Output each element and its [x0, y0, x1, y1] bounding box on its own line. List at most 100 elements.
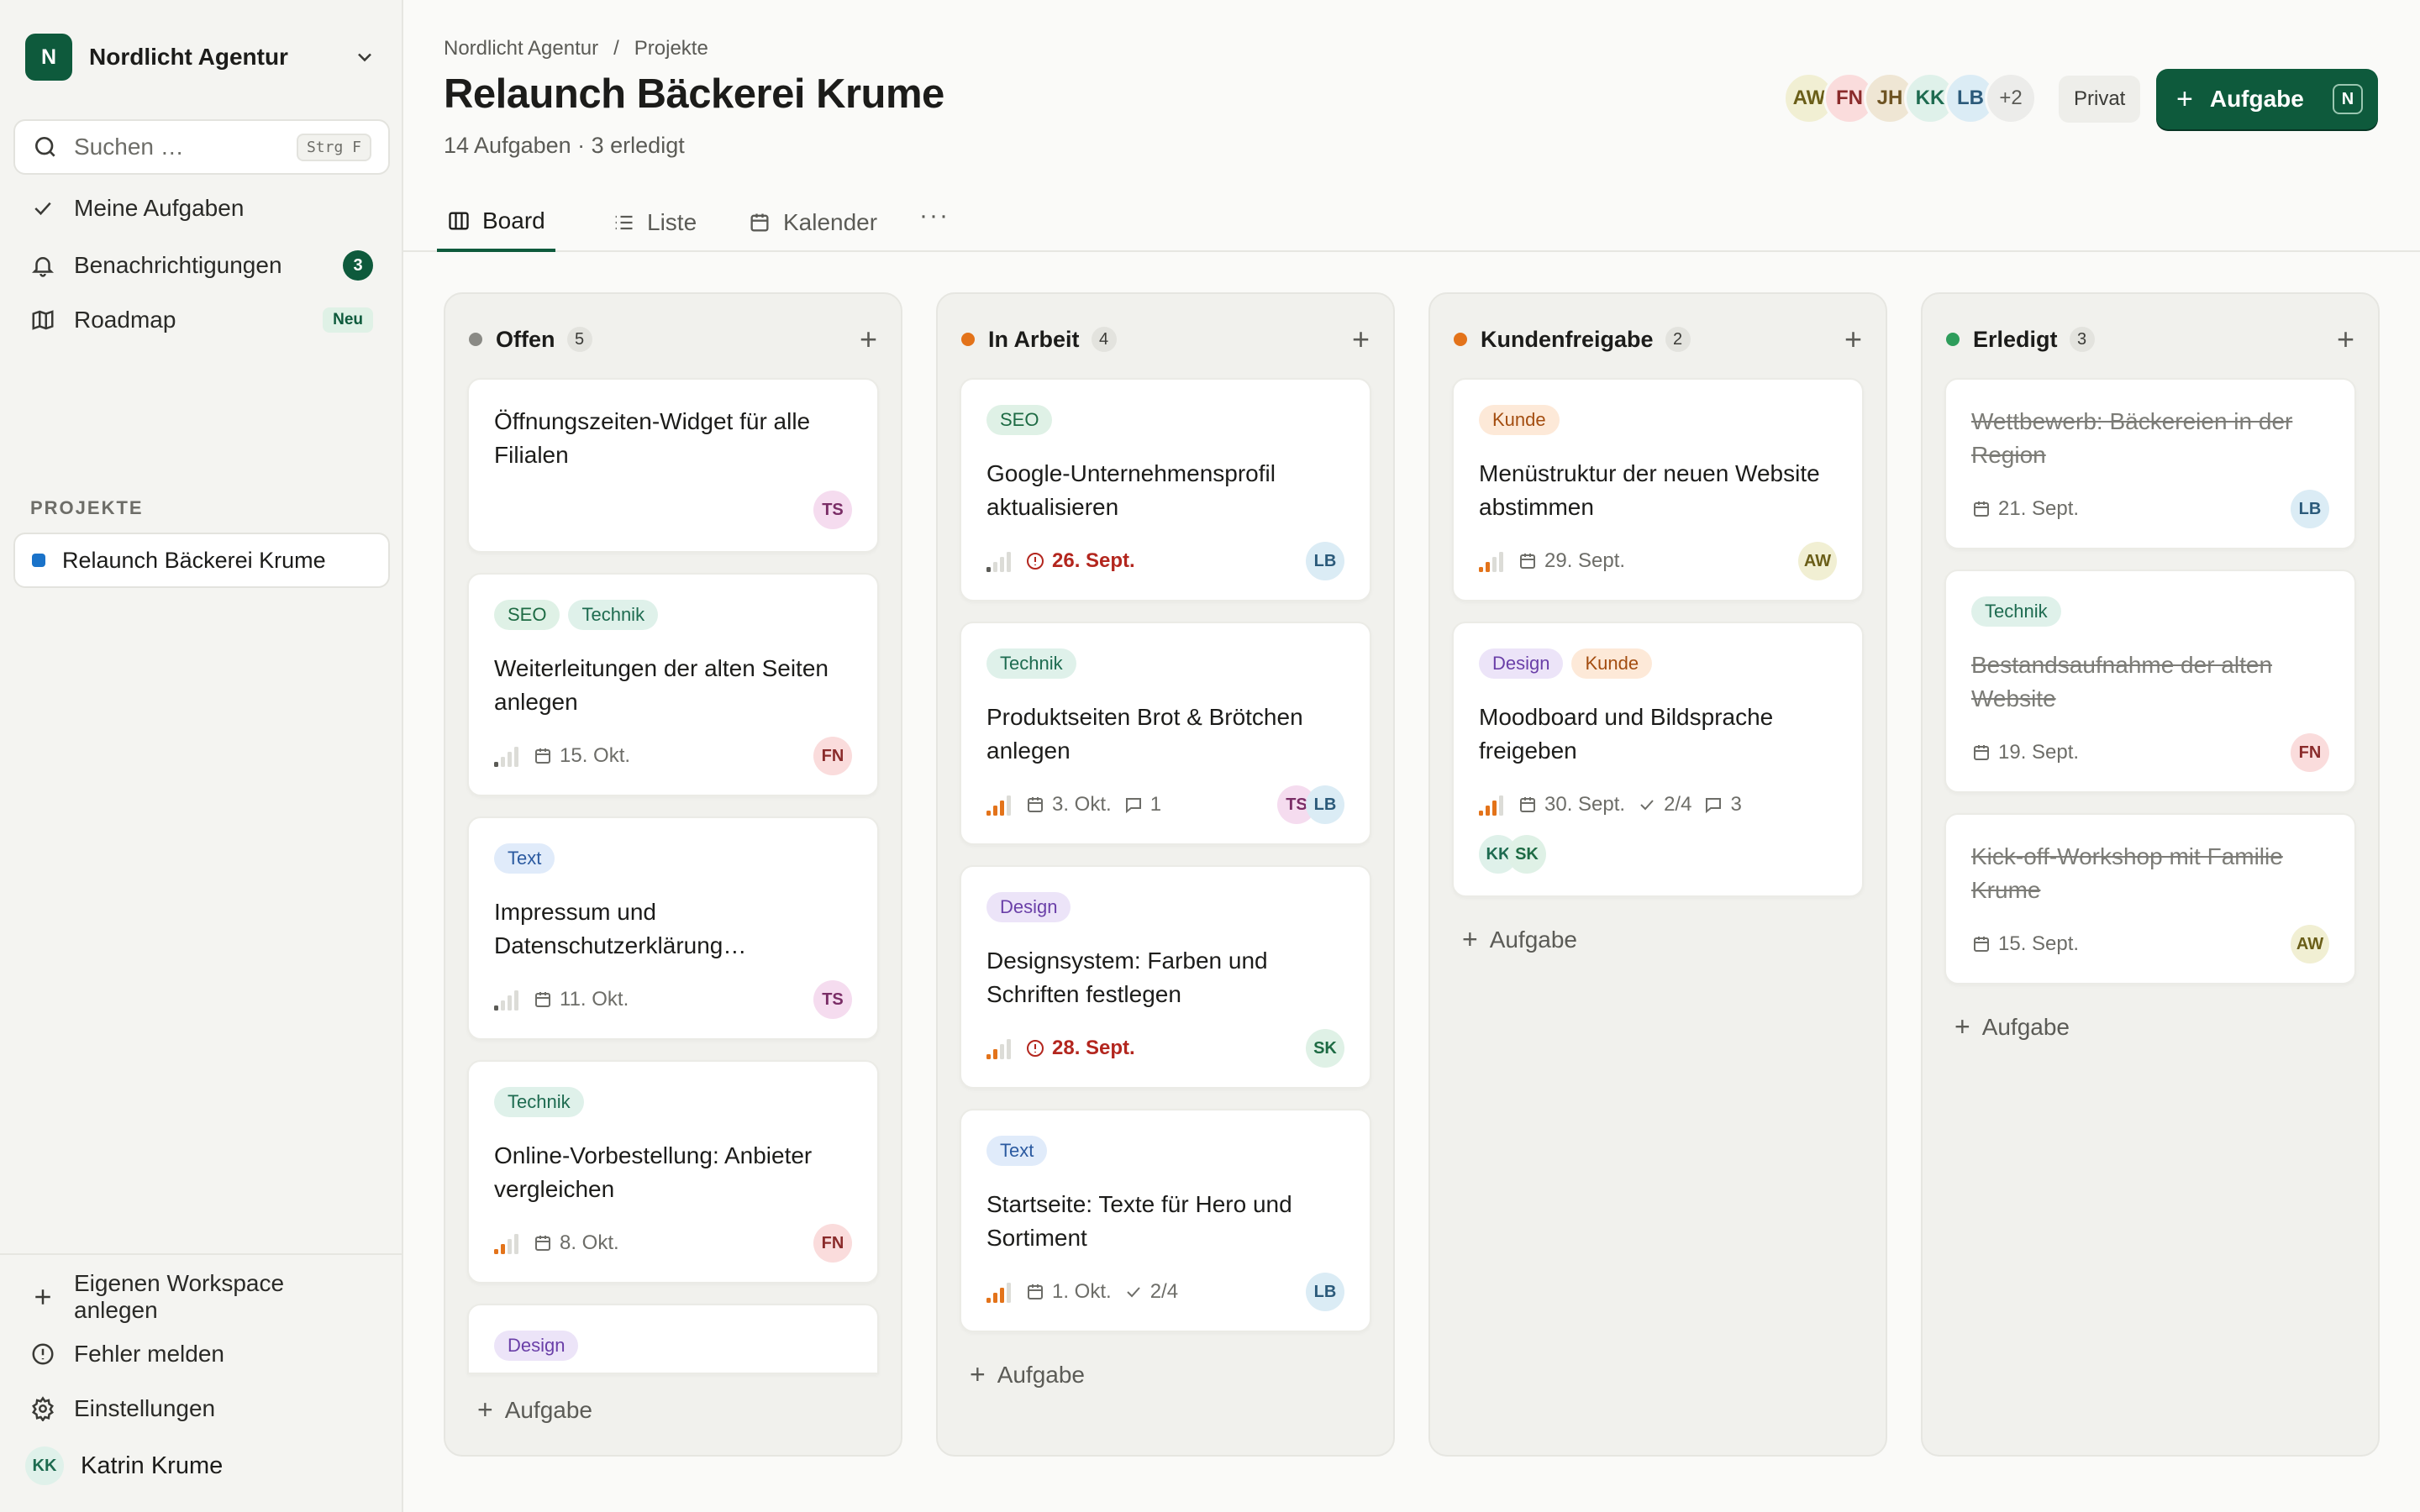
column-add-icon[interactable]: + [2337, 324, 2354, 354]
project-color-square [32, 554, 45, 567]
task-card[interactable]: Design Kunde Moodboard und Bildsprache fre… [1452, 622, 1864, 897]
nav-my-tasks[interactable]: Meine Aufgaben [13, 185, 390, 232]
breadcrumb-workspace[interactable]: Nordlicht Agentur [444, 37, 598, 60]
task-meta: 1. Okt. 2/4 [986, 1275, 1178, 1309]
create-workspace-link[interactable]: Eigenen Workspace anlegen [13, 1270, 390, 1323]
task-card[interactable]: Wettbewerb: Bäckereien in der Region 21. … [1944, 378, 2356, 549]
plus-icon: + [477, 1394, 493, 1425]
task-card[interactable]: Kunde Menüstruktur der neuen Website abst… [1452, 378, 1864, 601]
comment-count: 1 [1123, 793, 1161, 816]
task-assignees[interactable]: FN [2291, 733, 2329, 772]
task-assignees[interactable]: KK SK [1479, 835, 1546, 874]
add-task-button[interactable]: + Aufgabe N [2156, 69, 2378, 129]
task-card[interactable]: Text Impressum und Datenschutzerklärung… 1… [467, 816, 879, 1040]
due-date: 15. Sept. [1971, 932, 2079, 956]
task-assignees[interactable]: AW [2291, 925, 2329, 963]
user-name: Katrin Krume [81, 1452, 224, 1479]
priority-icon [1479, 795, 1503, 816]
task-assignees[interactable]: TS [813, 980, 852, 1019]
column-header: Erledigt 3 + [1946, 324, 2354, 354]
due-date: 19. Sept. [1971, 741, 2079, 764]
calendar-icon [1974, 937, 1989, 952]
due-date: 29. Sept. [1518, 549, 1625, 573]
add-task-link[interactable]: + Aufgabe [477, 1394, 592, 1425]
member-avatars[interactable]: AW FN JH KK LB +2 [1783, 72, 2037, 124]
task-meta: 11. Okt. [494, 983, 629, 1016]
visibility-badge[interactable]: Privat [2059, 76, 2141, 123]
tab-calendar[interactable]: Kalender [748, 193, 877, 252]
task-summary: 14 Aufgaben · 3 erledigt [444, 133, 685, 158]
avatar: TS [813, 491, 852, 529]
task-card[interactable]: Design [467, 1304, 879, 1374]
more-tabs-icon[interactable]: ··· [919, 202, 950, 230]
calendar-icon [1520, 797, 1535, 812]
task-title: Moodboard und Bildsprache freigeben [1479, 704, 1774, 764]
breadcrumb-projects[interactable]: Projekte [634, 37, 708, 60]
report-bug-link[interactable]: Fehler melden [13, 1331, 390, 1378]
task-card[interactable]: Text Startseite: Texte für Hero und Sorti… [960, 1109, 1371, 1332]
task-tag: Kunde [1571, 648, 1653, 679]
avatar: SK [1507, 835, 1546, 874]
task-card[interactable]: Design Designsystem: Farben und Schriften… [960, 865, 1371, 1089]
user-menu[interactable]: KK Katrin Krume [25, 1446, 223, 1485]
task-tags: Kunde [1479, 405, 1560, 435]
nav-notifications[interactable]: Benachrichtigungen 3 [13, 242, 390, 289]
add-task-label: Aufgabe [1489, 926, 1578, 953]
task-assignees[interactable]: TS [813, 491, 852, 529]
task-assignees[interactable]: LB [2291, 490, 2329, 528]
task-card[interactable]: SEO Technik Weiterleitungen der alten Seit… [467, 573, 879, 796]
column-add-icon[interactable]: + [860, 324, 877, 354]
task-assignees[interactable]: SK [1306, 1029, 1344, 1068]
avatar: FN [2291, 733, 2329, 772]
task-tags: Text [494, 843, 555, 874]
task-assignees[interactable]: LB [1306, 1273, 1344, 1311]
subtask-progress: 2/4 [1637, 793, 1691, 816]
avatar: KK [25, 1446, 64, 1485]
task-card[interactable]: Technik Online-Vorbestellung: Anbieter ve… [467, 1060, 879, 1284]
task-card[interactable]: Technik Produktseiten Brot & Brötchen anl… [960, 622, 1371, 845]
task-tag: Text [986, 1136, 1048, 1166]
projects-section-title: PROJEKTE [30, 497, 144, 518]
subtask-count: 2/4 [1664, 793, 1692, 816]
add-task-link[interactable]: + Aufgabe [1954, 1011, 2070, 1042]
plus-icon: + [1954, 1011, 1970, 1042]
tab-list[interactable]: Liste [612, 193, 697, 252]
column-name: Erledigt [1973, 326, 2058, 352]
task-tag: Design [1479, 648, 1564, 679]
task-assignees[interactable]: LB [1306, 542, 1344, 580]
task-assignees[interactable]: AW [1798, 542, 1837, 580]
task-title: Bestandsaufnahme der alten Website [1971, 652, 2273, 711]
task-assignees[interactable]: TS LB [1277, 785, 1344, 824]
plus-icon [35, 1289, 50, 1305]
task-card[interactable]: SEO Google-Unternehmensprofil aktualisier… [960, 378, 1371, 601]
column-add-icon[interactable]: + [1844, 324, 1862, 354]
task-meta: 30. Sept. 2/4 3 [1479, 788, 1742, 822]
task-assignees[interactable]: FN [813, 1224, 852, 1263]
add-task-link[interactable]: + Aufgabe [970, 1359, 1085, 1390]
priority-icon [1479, 552, 1503, 572]
due-date: 3. Okt. [1025, 793, 1112, 816]
due-date: 15. Okt. [533, 744, 630, 768]
task-tags: Design [494, 1331, 579, 1361]
column-status-dot [469, 333, 482, 346]
priority-icon [986, 795, 1011, 816]
task-card[interactable]: Technik Bestandsaufnahme der alten Websit… [1944, 570, 2356, 793]
add-task-link[interactable]: + Aufgabe [1462, 924, 1577, 955]
avatar: FN [813, 737, 852, 775]
column-add-icon[interactable]: + [1352, 324, 1370, 354]
due-date-text: 8. Okt. [560, 1231, 619, 1254]
tab-board[interactable]: Board [437, 193, 555, 252]
search-input[interactable]: Suchen … Strg F [13, 119, 390, 175]
priority-icon [494, 747, 518, 767]
overdue-clock-icon [1027, 1040, 1044, 1057]
calendar-icon [535, 748, 550, 764]
nav-roadmap[interactable]: Roadmap Neu [13, 297, 390, 344]
task-assignees[interactable]: FN [813, 737, 852, 775]
add-task-label: Aufgabe [1981, 1013, 2070, 1040]
workspace-switcher[interactable]: N Nordlicht Agentur [25, 32, 376, 82]
alert-circle-icon [32, 1343, 54, 1365]
task-card[interactable]: Kick-off-Workshop mit Familie Krume 15. S… [1944, 813, 2356, 984]
settings-link[interactable]: Einstellungen [13, 1385, 390, 1432]
project-item-relaunch[interactable]: Relaunch Bäckerei Krume [13, 533, 390, 588]
task-card[interactable]: Öffnungszeiten-Widget für alle Filialen T… [467, 378, 879, 553]
